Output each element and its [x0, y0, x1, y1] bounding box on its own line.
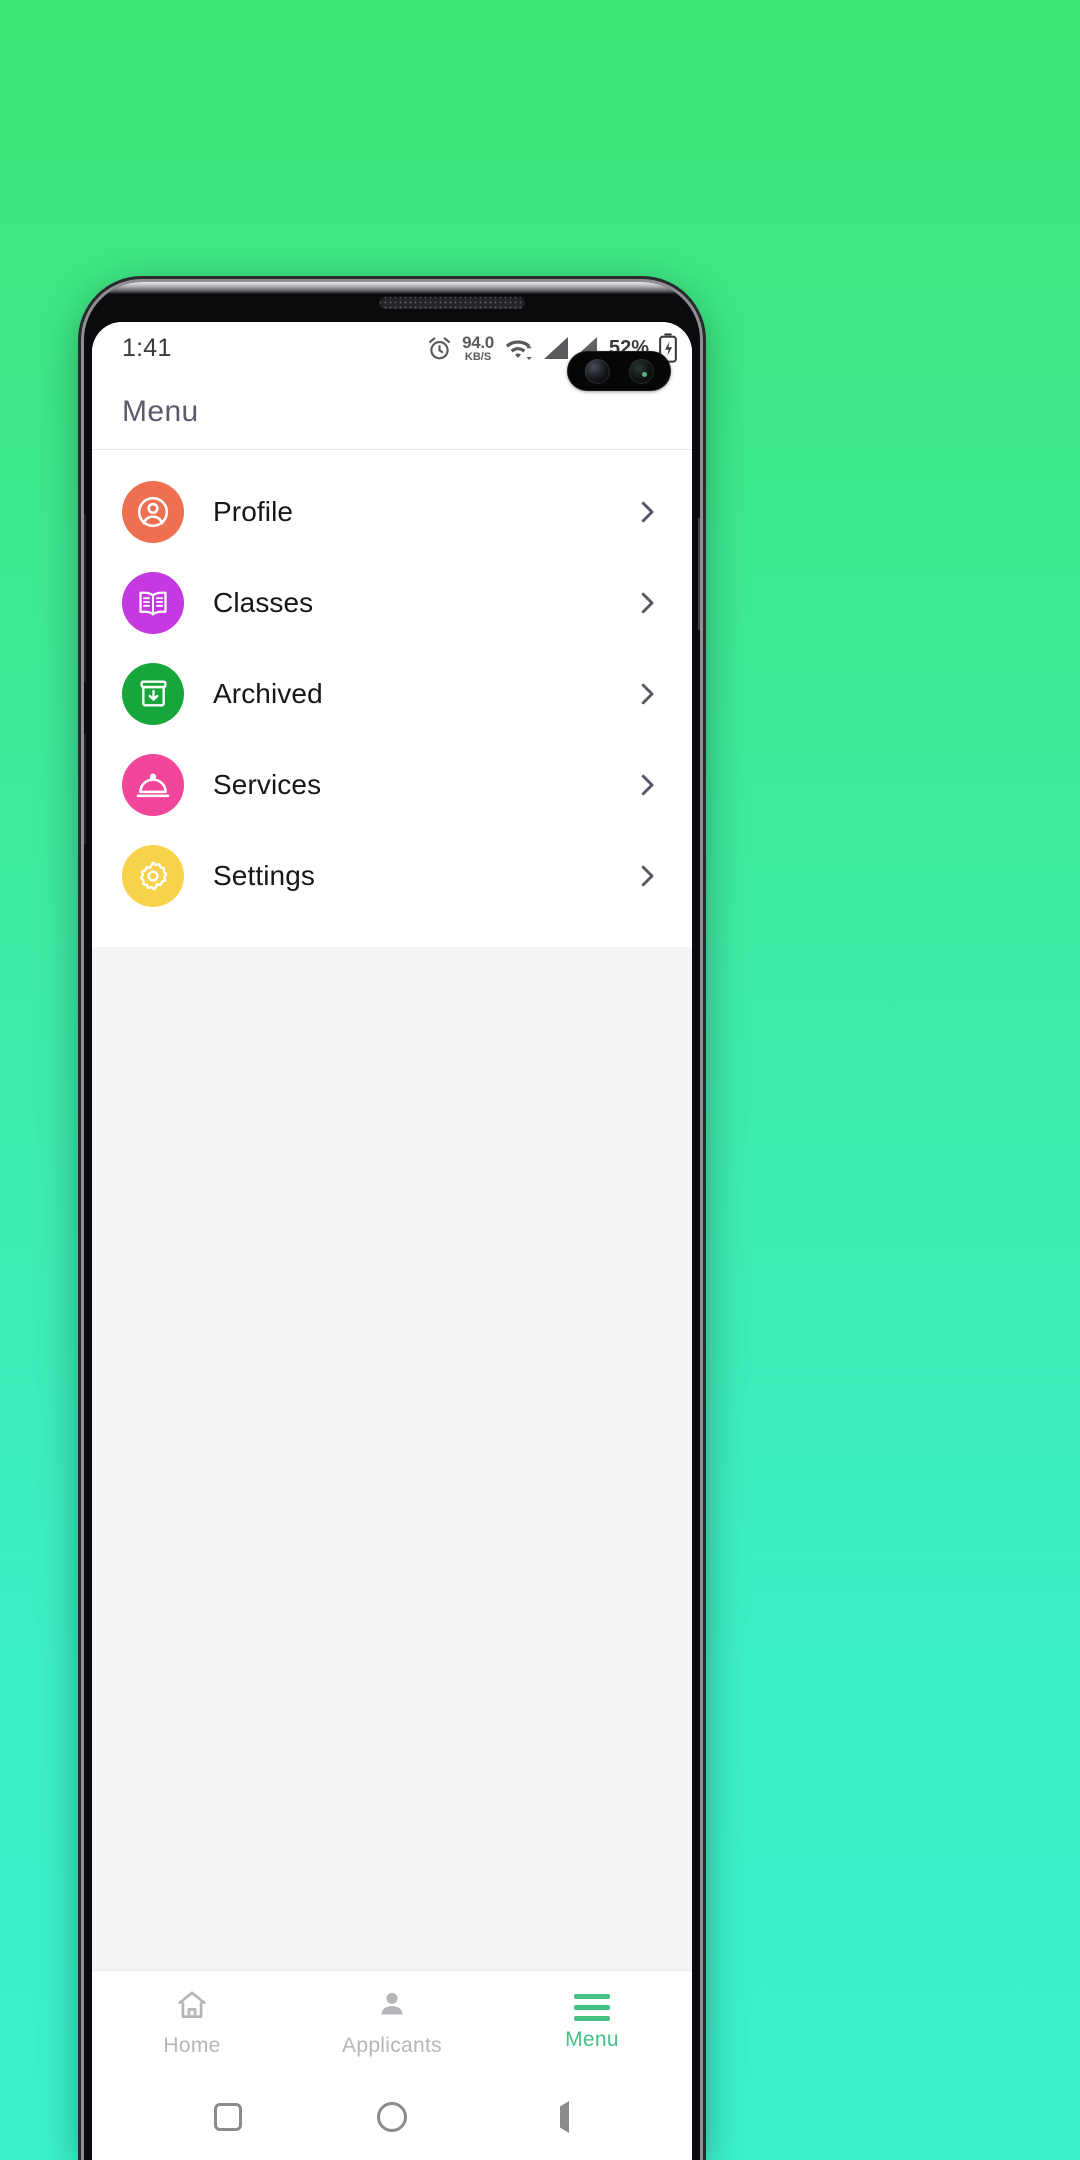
earpiece-speaker-icon [379, 296, 525, 309]
phone-device: 1:41 94.0 KB/S 52% Menu Profile Classes … [84, 282, 700, 2160]
menu-item-label: Archived [213, 677, 323, 709]
chevron-right-icon[interactable] [632, 861, 662, 891]
bottom-nav-item-home[interactable]: Home [92, 1971, 292, 2074]
wifi-icon [503, 335, 533, 361]
menu-item-icon-badge [122, 480, 184, 543]
menu-item-profile[interactable]: Profile [92, 466, 692, 557]
menu-item-icon-badge [122, 844, 184, 907]
power-button[interactable] [698, 518, 700, 630]
menu-item-icon-badge [122, 753, 184, 816]
square-recents-icon[interactable] [205, 2094, 251, 2140]
menu-list: Profile Classes Archived Services Settin… [92, 450, 692, 947]
front-camera-depth-lens-icon [628, 358, 654, 384]
menu-item-classes[interactable]: Classes [92, 557, 692, 648]
phone-screen: 1:41 94.0 KB/S 52% Menu Profile Classes … [92, 322, 692, 2160]
front-camera-lens-icon [584, 358, 610, 384]
hamburger-icon [574, 1993, 610, 2021]
menu-item-label: Profile [213, 495, 294, 527]
menu-item-label: Services [213, 768, 322, 800]
home-icon [175, 1988, 209, 2027]
network-speed-value: 94.0 [462, 332, 494, 352]
bottom-nav-label: Home [163, 2033, 221, 2057]
side-key-button[interactable] [84, 734, 86, 844]
page-body: Profile Classes Archived Services Settin… [92, 450, 692, 1970]
menu-item-archived[interactable]: Archived [92, 648, 692, 739]
bottom-nav-label: Menu [565, 2027, 619, 2051]
volume-button[interactable] [84, 514, 86, 682]
bottom-nav-item-applicants[interactable]: Applicants [292, 1971, 492, 2074]
front-camera-cutout [568, 352, 670, 390]
status-clock: 1:41 [122, 333, 172, 362]
chevron-right-icon[interactable] [632, 497, 662, 527]
android-system-nav [92, 2074, 692, 2160]
menu-item-label: Settings [213, 859, 315, 891]
network-speed-unit: KB/S [464, 350, 492, 363]
chevron-right-icon[interactable] [632, 770, 662, 800]
menu-item-services[interactable]: Services [92, 739, 692, 830]
chevron-right-icon[interactable] [632, 679, 662, 709]
triangle-back-icon[interactable] [533, 2094, 579, 2140]
alarm-clock-icon [426, 335, 453, 362]
bottom-navigation-bar: Home Applicants Menu [92, 1970, 692, 2074]
wallpaper-background: 1:41 94.0 KB/S 52% Menu Profile Classes … [0, 0, 1080, 2160]
menu-item-icon-badge [122, 571, 184, 634]
menu-item-settings[interactable]: Settings [92, 830, 692, 921]
menu-item-label: Classes [213, 586, 314, 618]
network-speed-indicator: 94.0 KB/S [462, 334, 494, 363]
circle-home-icon[interactable] [369, 2094, 415, 2140]
bottom-nav-label: Applicants [342, 2033, 442, 2057]
person-icon [375, 1988, 409, 2027]
bottom-nav-item-menu[interactable]: Menu [492, 1971, 692, 2074]
menu-item-icon-badge [122, 662, 184, 725]
page-title: Menu [122, 394, 199, 428]
chevron-right-icon[interactable] [632, 588, 662, 618]
